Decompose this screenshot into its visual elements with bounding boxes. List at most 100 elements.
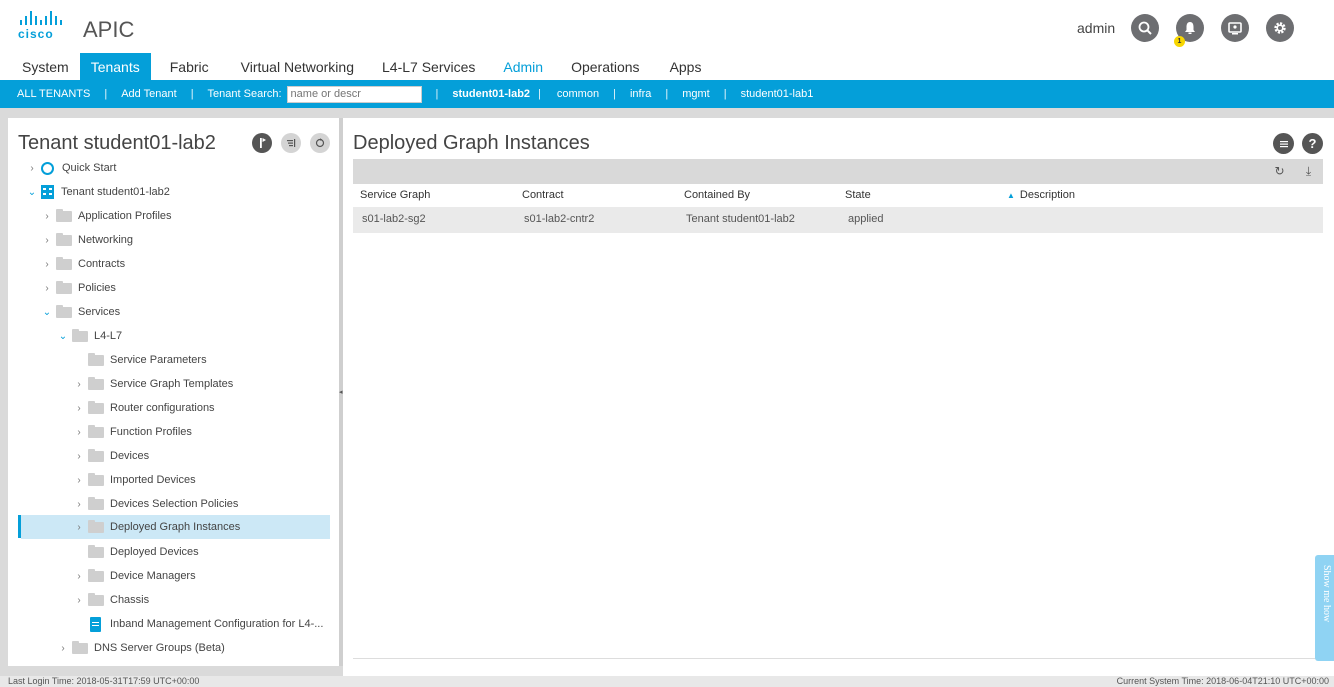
tree-router-configurations[interactable]: › Router configurations xyxy=(74,396,215,420)
column-description[interactable]: ▲ Description xyxy=(1007,189,1075,201)
chevron-right-icon[interactable]: › xyxy=(74,475,84,486)
chevron-right-icon[interactable]: › xyxy=(42,211,52,222)
chevron-right-icon[interactable]: › xyxy=(74,595,84,606)
tenant-building-icon xyxy=(41,185,54,199)
tree-tenant[interactable]: ⌄ Tenant student01-lab2 xyxy=(27,180,170,204)
column-service-graph[interactable]: Service Graph xyxy=(360,189,430,201)
tenant-link-student01-lab2[interactable]: student01-lab2 xyxy=(452,88,530,100)
help-icon[interactable]: ? xyxy=(1302,133,1323,154)
chevron-right-icon[interactable]: › xyxy=(27,163,37,174)
folder-icon xyxy=(88,376,104,390)
folder-icon xyxy=(88,472,104,486)
chevron-down-icon[interactable]: ⌄ xyxy=(27,187,37,198)
tenant-link-student01-lab1[interactable]: student01-lab1 xyxy=(741,88,814,100)
refresh-tree-icon[interactable] xyxy=(310,133,330,153)
folder-icon xyxy=(88,448,104,462)
menu-apps[interactable]: Apps xyxy=(659,53,713,80)
current-system-time: Current System Time: 2018-06-04T21:10 UT… xyxy=(1116,676,1329,686)
all-tenants-link[interactable]: ALL TENANTS xyxy=(17,88,90,100)
tree-imported-devices[interactable]: › Imported Devices xyxy=(74,468,196,492)
folder-icon xyxy=(88,352,104,366)
folder-icon xyxy=(88,424,104,438)
table-settings-icon[interactable] xyxy=(1273,133,1294,154)
screen-icon[interactable] xyxy=(1221,14,1249,42)
cell-service-graph: s01-lab2-sg2 xyxy=(362,213,426,225)
table-row[interactable]: s01-lab2-sg2 s01-lab2-cntr2 Tenant stude… xyxy=(353,207,1323,233)
menu-l4-l7-services[interactable]: L4-L7 Services xyxy=(371,53,486,80)
chevron-right-icon[interactable]: › xyxy=(74,379,84,390)
chevron-down-icon[interactable]: ⌄ xyxy=(42,307,52,318)
column-contained-by[interactable]: Contained By xyxy=(684,189,750,201)
menu-admin[interactable]: Admin xyxy=(492,53,554,80)
tenant-search-input[interactable] xyxy=(286,85,422,103)
status-footer: Last Login Time: 2018-05-31T17:59 UTC+00… xyxy=(0,676,1334,687)
menu-operations[interactable]: Operations xyxy=(560,53,650,80)
tree-l4-l7[interactable]: ⌄ L4-L7 xyxy=(58,324,122,348)
menu-tenants[interactable]: Tenants xyxy=(79,53,151,80)
tree-application-profiles[interactable]: › Application Profiles xyxy=(42,204,172,228)
app-header: cisco APIC admin 1 System Tenants Fabric… xyxy=(0,0,1334,80)
tree-dns-server-groups[interactable]: › DNS Server Groups (Beta) xyxy=(58,636,225,660)
collapse-tree-icon[interactable] xyxy=(281,133,301,153)
tree-devices-selection-policies[interactable]: › Devices Selection Policies xyxy=(74,492,238,516)
tree-inband-management[interactable]: Inband Management Configuration for L4-.… xyxy=(88,612,323,636)
cisco-logo: cisco xyxy=(18,11,68,41)
tenant-info-icon[interactable] xyxy=(252,133,272,153)
tree-services[interactable]: ⌄ Services xyxy=(42,300,120,324)
tree-service-parameters[interactable]: Service Parameters xyxy=(88,348,207,372)
last-login-time: Last Login Time: 2018-05-31T17:59 UTC+00… xyxy=(8,676,200,686)
show-me-how-label[interactable]: Show me how xyxy=(1318,565,1332,655)
table-toolbar xyxy=(353,159,1323,184)
column-state[interactable]: State xyxy=(845,189,871,201)
folder-icon xyxy=(88,400,104,414)
search-icon[interactable] xyxy=(1131,14,1159,42)
refresh-icon[interactable]: ↻ xyxy=(1273,165,1286,178)
document-icon xyxy=(90,616,101,632)
chevron-right-icon[interactable]: › xyxy=(42,259,52,270)
tree-devices[interactable]: › Devices xyxy=(74,444,149,468)
tenant-link-infra[interactable]: infra xyxy=(630,88,651,100)
chevron-right-icon[interactable]: › xyxy=(58,643,68,654)
chevron-right-icon[interactable]: › xyxy=(74,571,84,582)
tree-service-graph-templates[interactable]: › Service Graph Templates xyxy=(74,372,233,396)
tenant-link-mgmt[interactable]: mgmt xyxy=(682,88,710,100)
folder-icon xyxy=(72,640,88,654)
tree-chassis[interactable]: › Chassis xyxy=(74,588,149,612)
chevron-right-icon[interactable]: › xyxy=(74,403,84,414)
tree-function-profiles[interactable]: › Function Profiles xyxy=(74,420,192,444)
chevron-right-icon[interactable]: › xyxy=(74,427,84,438)
main-menu: System Tenants Fabric Virtual Networking… xyxy=(0,53,712,80)
folder-icon xyxy=(72,328,88,342)
menu-fabric[interactable]: Fabric xyxy=(159,53,220,80)
folder-icon xyxy=(88,519,104,533)
sort-ascending-icon: ▲ xyxy=(1007,191,1015,200)
folder-icon xyxy=(88,592,104,606)
download-icon[interactable]: ⤓ xyxy=(1302,165,1315,178)
folder-icon xyxy=(56,280,72,294)
tree-deployed-devices[interactable]: Deployed Devices xyxy=(88,540,199,564)
chevron-right-icon[interactable]: › xyxy=(42,283,52,294)
user-menu[interactable]: admin xyxy=(1077,20,1115,36)
page-title: Deployed Graph Instances xyxy=(353,132,590,154)
column-contract[interactable]: Contract xyxy=(522,189,564,201)
menu-virtual-networking[interactable]: Virtual Networking xyxy=(230,53,365,80)
tenant-link-common[interactable]: common xyxy=(557,88,599,100)
table-header: Service Graph Contract Contained By Stat… xyxy=(353,184,1323,207)
tree-contracts[interactable]: › Contracts xyxy=(42,252,125,276)
folder-icon xyxy=(56,304,72,318)
chevron-down-icon[interactable]: ⌄ xyxy=(58,331,68,342)
tree-quick-start[interactable]: › Quick Start xyxy=(27,156,116,180)
tree-policies[interactable]: › Policies xyxy=(42,276,116,300)
chevron-right-icon[interactable]: › xyxy=(74,522,84,533)
tree-deployed-graph-instances[interactable]: › Deployed Graph Instances xyxy=(21,515,330,539)
cell-state: applied xyxy=(848,213,884,225)
chevron-right-icon[interactable]: › xyxy=(42,235,52,246)
chevron-right-icon[interactable]: › xyxy=(74,499,84,510)
menu-system[interactable]: System xyxy=(11,53,80,80)
chevron-right-icon[interactable]: › xyxy=(74,451,84,462)
folder-icon xyxy=(88,568,104,582)
add-tenant-link[interactable]: Add Tenant xyxy=(121,88,176,100)
tree-device-managers[interactable]: › Device Managers xyxy=(74,564,196,588)
gear-icon[interactable] xyxy=(1266,14,1294,42)
tree-networking[interactable]: › Networking xyxy=(42,228,133,252)
